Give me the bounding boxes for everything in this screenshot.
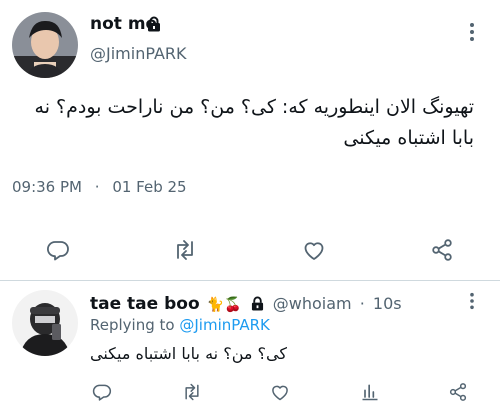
lock-icon: [251, 296, 264, 311]
replying-prefix: Replying to: [90, 316, 175, 334]
reply-handle: @whoiam: [272, 294, 352, 313]
replying-to: Replying to @JiminPARK: [90, 316, 270, 334]
heart-icon[interactable]: [302, 238, 326, 262]
reply-display-name: tae tae boo: [90, 294, 200, 314]
share-icon[interactable]: [448, 382, 468, 402]
retweet-icon[interactable]: [181, 382, 203, 402]
tweet-timestamp[interactable]: 09:36 PM · 01 Feb 25: [12, 178, 187, 196]
more-vertical-icon[interactable]: [468, 22, 476, 42]
replying-to-link[interactable]: @JiminPARK: [179, 316, 269, 334]
reply-meta-separator: ·: [359, 294, 365, 313]
reply-author[interactable]: tae tae boo 🐈🍒 @whoiam · 10s: [90, 294, 402, 314]
share-icon[interactable]: [430, 238, 454, 262]
tweet-date: 01 Feb 25: [112, 178, 187, 196]
tweet-text: تهیونگ الان اینطوریه که: کی؟ من؟ من نارا…: [34, 96, 474, 149]
reply-avatar[interactable]: [12, 290, 78, 356]
avatar[interactable]: [12, 12, 78, 78]
retweet-icon[interactable]: [172, 238, 198, 262]
user-handle[interactable]: @JiminPARK: [90, 44, 187, 63]
reply-age: 10s: [372, 294, 402, 313]
reply-icon[interactable]: [46, 238, 70, 262]
meta-separator: ·: [94, 178, 100, 196]
heart-icon[interactable]: [270, 382, 290, 402]
tweet-time: 09:36 PM: [12, 178, 82, 196]
divider: [0, 280, 500, 281]
more-vertical-icon[interactable]: [468, 292, 476, 310]
reply-name-emoji: 🐈🍒: [206, 297, 242, 313]
lock-icon: [147, 16, 161, 32]
views-icon[interactable]: [360, 382, 380, 402]
reply-icon[interactable]: [92, 382, 112, 402]
reply-text: کی؟ من؟ نه بابا اشتباه میکنی: [90, 344, 287, 363]
